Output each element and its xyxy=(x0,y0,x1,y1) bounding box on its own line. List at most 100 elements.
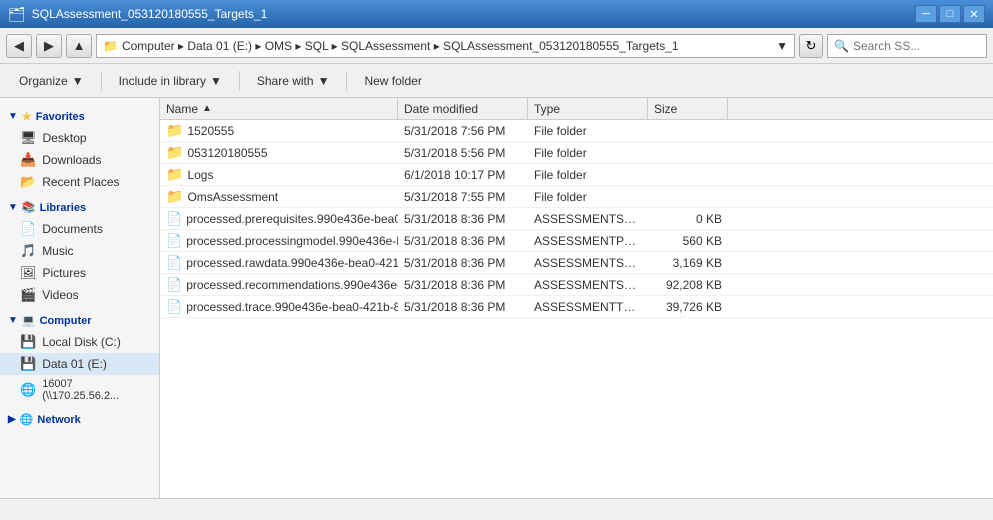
file-size-cell: 560 KB xyxy=(648,234,728,248)
address-path-dropdown[interactable]: ▼ xyxy=(776,39,788,53)
address-path[interactable]: 📁 Computer ▸ Data 01 (E:) ▸ OMS ▸ SQL ▸ … xyxy=(96,34,795,58)
file-name: processed.trace.990e436e-bea0-421b-845c.… xyxy=(186,300,398,314)
sidebar-network-header[interactable]: ▶ 🌐 Network xyxy=(0,409,159,430)
file-name: 1520555 xyxy=(187,124,234,138)
share-with-button[interactable]: Share with ▼ xyxy=(246,68,341,94)
search-icon: 🔍 xyxy=(834,39,849,53)
address-path-icon: 📁 xyxy=(103,39,118,53)
table-row[interactable]: 📄 processed.trace.990e436e-bea0-421b-845… xyxy=(160,296,993,318)
file-name: Logs xyxy=(187,168,213,182)
sidebar-item-data01-e-label: Data 01 (E:) xyxy=(42,357,107,371)
file-type-cell: ASSESSMENTSQLRE... xyxy=(528,278,648,292)
favorites-label: Favorites xyxy=(36,111,85,123)
sidebar-item-music-label: Music xyxy=(42,244,73,258)
file-name-cell: 📁 1520555 xyxy=(160,122,398,139)
sidebar-item-data01-e[interactable]: 💾 Data 01 (E:) xyxy=(0,353,159,375)
data01-e-icon: 💾 xyxy=(20,356,36,372)
sidebar-section-libraries: ▼ 📚 Libraries 📄 Documents 🎵 Music 🖼 Pict… xyxy=(0,197,159,306)
table-row[interactable]: 📁 OmsAssessment 5/31/2018 7:55 PM File f… xyxy=(160,186,993,208)
libraries-arrow-icon: ▼ xyxy=(8,202,18,213)
sort-asc-icon: ▲ xyxy=(202,103,212,114)
file-icon: 📄 xyxy=(166,299,182,315)
file-type-cell: File folder xyxy=(528,146,648,160)
search-box[interactable]: 🔍 xyxy=(827,34,987,58)
file-name-cell: 📄 processed.trace.990e436e-bea0-421b-845… xyxy=(160,299,398,315)
table-row[interactable]: 📄 processed.processingmodel.990e436e-bea… xyxy=(160,230,993,252)
file-date-cell: 5/31/2018 5:56 PM xyxy=(398,146,528,160)
sidebar-item-pictures-label: Pictures xyxy=(43,266,86,280)
sidebar-section-favorites: ▼ ★ Favorites 🖥 Desktop 📥 Downloads 📂 Re… xyxy=(0,106,159,193)
table-row[interactable]: 📁 1520555 5/31/2018 7:56 PM File folder xyxy=(160,120,993,142)
file-date-cell: 5/31/2018 8:36 PM xyxy=(398,300,528,314)
column-header-date[interactable]: Date modified xyxy=(398,98,528,119)
table-row[interactable]: 📁 Logs 6/1/2018 10:17 PM File folder xyxy=(160,164,993,186)
file-icon: 📄 xyxy=(166,277,182,293)
sidebar-item-recent-places[interactable]: 📂 Recent Places xyxy=(0,171,159,193)
column-header-name[interactable]: Name ▲ xyxy=(160,98,398,119)
file-name-cell: 📄 processed.rawdata.990e436e-bea0-421b-8… xyxy=(160,255,398,271)
table-row[interactable]: 📄 processed.prerequisites.990e436e-bea0-… xyxy=(160,208,993,230)
include-in-library-label: Include in library xyxy=(119,74,206,88)
file-name: processed.prerequisites.990e436e-bea0-42… xyxy=(186,212,398,226)
file-name-cell: 📄 processed.prerequisites.990e436e-bea0-… xyxy=(160,211,398,227)
libraries-header-icon: 📚 xyxy=(22,201,36,214)
forward-button[interactable]: ▶ xyxy=(36,34,62,58)
sidebar-item-documents[interactable]: 📄 Documents xyxy=(0,218,159,240)
file-name-cell: 📁 Logs xyxy=(160,166,398,183)
sidebar-item-recent-places-label: Recent Places xyxy=(42,175,119,189)
sidebar-libraries-header[interactable]: ▼ 📚 Libraries xyxy=(0,197,159,218)
file-name: OmsAssessment xyxy=(187,190,278,204)
organize-button[interactable]: Organize ▼ xyxy=(8,68,95,94)
column-header-size[interactable]: Size xyxy=(648,98,728,119)
file-date-cell: 5/31/2018 8:36 PM xyxy=(398,234,528,248)
table-row[interactable]: 📁 053120180555 5/31/2018 5:56 PM File fo… xyxy=(160,142,993,164)
file-name: 053120180555 xyxy=(187,146,267,160)
title-bar-controls: ─ □ ✕ xyxy=(915,5,985,23)
new-folder-label: New folder xyxy=(364,74,421,88)
status-bar xyxy=(0,498,993,520)
column-header-type[interactable]: Type xyxy=(528,98,648,119)
sidebar-item-downloads[interactable]: 📥 Downloads xyxy=(0,149,159,171)
toolbar-divider-3 xyxy=(346,71,347,91)
network-label: Network xyxy=(37,414,80,426)
libraries-label: Libraries xyxy=(40,202,86,214)
favorites-arrow-icon: ▼ xyxy=(8,111,18,122)
computer-header-icon: 💻 xyxy=(22,314,36,327)
sidebar-section-network: ▶ 🌐 Network xyxy=(0,409,159,430)
table-row[interactable]: 📄 processed.recommendations.990e436e-bea… xyxy=(160,274,993,296)
file-type-cell: ASSESSMENTSQLRE... xyxy=(528,212,648,226)
sidebar-item-desktop[interactable]: 🖥 Desktop xyxy=(0,127,159,149)
table-row[interactable]: 📄 processed.rawdata.990e436e-bea0-421b-8… xyxy=(160,252,993,274)
sidebar-favorites-header[interactable]: ▼ ★ Favorites xyxy=(0,106,159,127)
sidebar-item-music[interactable]: 🎵 Music xyxy=(0,240,159,262)
file-name: processed.rawdata.990e436e-bea0-421b-8..… xyxy=(186,256,398,270)
up-button[interactable]: ▲ xyxy=(66,34,92,58)
sidebar-item-local-disk-c[interactable]: 💾 Local Disk (C:) xyxy=(0,331,159,353)
search-input[interactable] xyxy=(853,39,993,53)
file-type-cell: File folder xyxy=(528,124,648,138)
include-in-library-button[interactable]: Include in library ▼ xyxy=(108,68,233,94)
sidebar-item-videos[interactable]: 🎬 Videos xyxy=(0,284,159,306)
downloads-icon: 📥 xyxy=(20,152,36,168)
sidebar-item-videos-label: Videos xyxy=(42,288,78,302)
minimize-button[interactable]: ─ xyxy=(915,5,937,23)
documents-icon: 📄 xyxy=(20,221,36,237)
file-type-cell: File folder xyxy=(528,168,648,182)
sidebar-item-network-drive[interactable]: 🌐 16007 (\\170.25.56.2... xyxy=(0,375,159,405)
close-button[interactable]: ✕ xyxy=(963,5,985,23)
file-name-cell: 📁 OmsAssessment xyxy=(160,188,398,205)
folder-icon: 📁 xyxy=(166,166,183,183)
organize-dropdown-icon: ▼ xyxy=(72,74,84,88)
maximize-button[interactable]: □ xyxy=(939,5,961,23)
sidebar-section-computer: ▼ 💻 Computer 💾 Local Disk (C:) 💾 Data 01… xyxy=(0,310,159,405)
new-folder-button[interactable]: New folder xyxy=(353,68,432,94)
sidebar-item-pictures[interactable]: 🖼 Pictures xyxy=(0,262,159,284)
folder-icon: 📁 xyxy=(166,122,183,139)
back-button[interactable]: ◀ xyxy=(6,34,32,58)
folder-icon: 📁 xyxy=(166,144,183,161)
sidebar-computer-header[interactable]: ▼ 💻 Computer xyxy=(0,310,159,331)
file-icon: 📄 xyxy=(166,255,182,271)
refresh-button[interactable]: ↻ xyxy=(799,34,823,58)
title-bar-title: SQLAssessment_053120180555_Targets_1 xyxy=(32,7,915,21)
file-name-cell: 📄 processed.processingmodel.990e436e-bea… xyxy=(160,233,398,249)
